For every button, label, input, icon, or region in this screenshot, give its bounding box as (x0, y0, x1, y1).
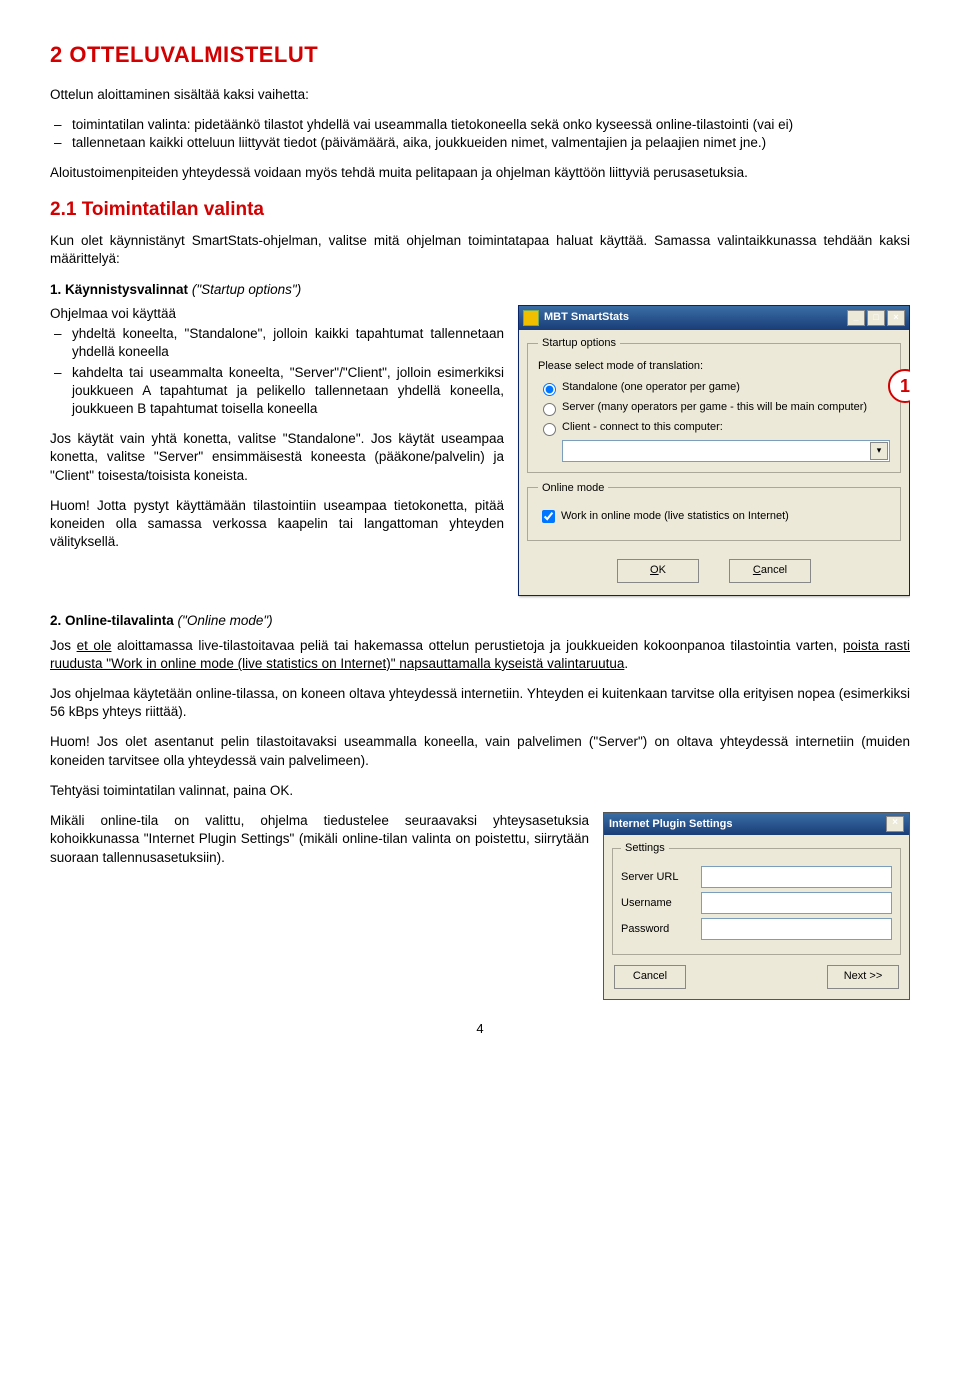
next-button[interactable]: Next >> (827, 965, 899, 989)
dialog-title: MBT SmartStats (544, 310, 629, 325)
online-para-2: Jos ohjelmaa käytetään online-tilassa, o… (50, 685, 910, 721)
online-para-3: Huom! Jos olet asentanut pelin tilastoit… (50, 733, 910, 769)
online-para-1: Jos et ole aloittamassa live-tilastoitav… (50, 637, 910, 673)
numitem-label: 1. Käynnistysvalinnat (50, 282, 188, 297)
intro-list-item: tallennetaan kaikki otteluun liittyvät t… (72, 134, 910, 152)
online-mode-label: Work in online mode (live statistics on … (561, 509, 789, 524)
numbered-item-2: 2. Online-tilavalinta ("Online mode") (50, 612, 910, 630)
maximize-button[interactable]: □ (867, 310, 885, 326)
intro-text: Ottelun aloittaminen sisältää kaksi vaih… (50, 86, 910, 104)
numitem-label: 2. Online-tilavalinta (50, 613, 174, 628)
numitem-paren: ("Online mode") (178, 613, 273, 628)
server-url-input[interactable] (701, 866, 892, 888)
plugin-settings-dialog: Internet Plugin Settings × Settings Serv… (603, 812, 910, 1000)
server-url-label: Server URL (621, 870, 701, 885)
fieldset-legend: Online mode (538, 481, 608, 496)
radio-client-label: Client - connect to this computer: (562, 420, 723, 435)
password-label: Password (621, 922, 701, 937)
cancel-button[interactable]: Cancel (729, 559, 811, 583)
client-combo[interactable]: ▾ (562, 440, 890, 462)
close-button[interactable]: × (886, 816, 904, 832)
numbered-item-1: 1. Käynnistysvalinnat ("Startup options"… (50, 281, 910, 299)
intro-tail: Aloitustoimenpiteiden yhteydessä voidaan… (50, 164, 910, 182)
password-input[interactable] (701, 918, 892, 940)
online-mode-checkbox[interactable] (542, 510, 555, 523)
settings-fieldset: Settings Server URL Username Password (612, 841, 901, 955)
text-run: . (624, 656, 628, 671)
app-icon (523, 310, 539, 326)
text-run: aloittamassa live-tilastoitavaa peliä ta… (111, 638, 842, 653)
fieldset-legend: Settings (621, 841, 669, 856)
close-button[interactable]: × (887, 310, 905, 326)
radio-client[interactable] (543, 423, 556, 436)
section-intro: Kun olet käynnistänyt SmartStats-ohjelma… (50, 232, 910, 268)
intro-list: toimintatilan valinta: pidetäänkö tilast… (50, 116, 910, 152)
dialog-title: Internet Plugin Settings (609, 817, 732, 832)
ok-label: K (659, 564, 666, 576)
cancel-label: ancel (761, 564, 787, 576)
ok-para: Tehtyäsi toimintatilan valinnat, paina O… (50, 782, 910, 800)
usage-list: yhdeltä koneelta, "Standalone", jolloin … (50, 325, 910, 418)
list-item: kahdelta tai useammalta koneelta, "Serve… (72, 364, 910, 419)
text-underline: et ole (77, 638, 112, 653)
chevron-down-icon[interactable]: ▾ (870, 442, 888, 460)
cancel-button[interactable]: Cancel (614, 965, 686, 989)
chapter-heading: 2 OTTELUVALMISTELUT (50, 40, 910, 70)
ok-button[interactable]: OK (617, 559, 699, 583)
section-heading: 2.1 Toimintatilan valinta (50, 197, 910, 223)
dialog-titlebar: Internet Plugin Settings × (604, 813, 909, 835)
text-run: Jos (50, 638, 77, 653)
intro-list-item: toimintatilan valinta: pidetäänkö tilast… (72, 116, 910, 134)
username-input[interactable] (701, 892, 892, 914)
numitem-paren: ("Startup options") (192, 282, 301, 297)
online-mode-fieldset: Online mode 2 Work in online mode (live … (527, 481, 901, 542)
minimize-button[interactable]: _ (847, 310, 865, 326)
page-number: 4 (50, 1020, 910, 1038)
username-label: Username (621, 896, 701, 911)
list-item: yhdeltä koneelta, "Standalone", jolloin … (72, 325, 910, 361)
